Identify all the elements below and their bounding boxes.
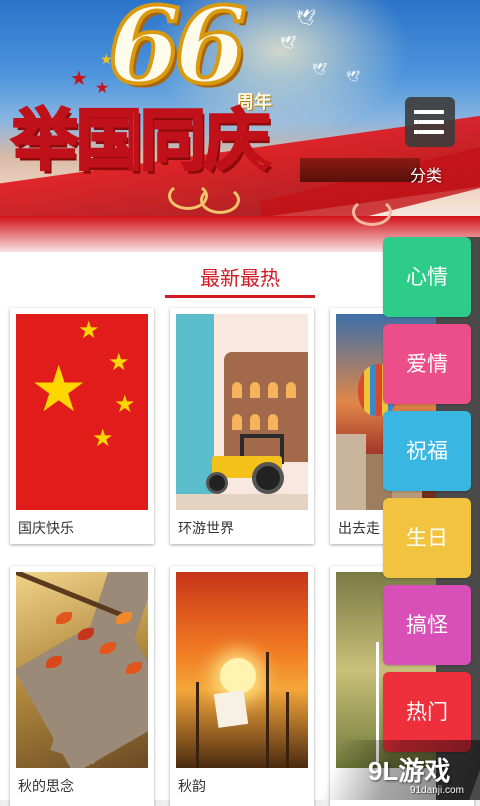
wallpaper-card[interactable]: 秋的思念 [10,566,154,806]
tractor-icon [202,434,292,494]
banner-headline: 举国同庆 [11,102,272,179]
watermark-mark: 9L [368,756,399,786]
card-thumbnail [176,314,308,510]
dove-icon: 🕊 [346,70,360,83]
star-icon: ★ [108,348,130,376]
card-caption: 国庆快乐 [18,521,74,537]
card-thumbnail: ★ ★ ★ ★ ★ [16,314,148,510]
tab-blessing[interactable]: 祝福 [383,411,471,491]
star-icon: ★ [78,316,100,344]
card-caption: 秋的思念 [18,779,74,795]
star-icon: ★ [70,66,88,90]
dove-icon: 🕊 [296,8,317,27]
wallpaper-card[interactable]: 环游世界 [170,308,314,544]
cloud-ornament [352,198,392,226]
category-menu-label[interactable]: 分类 [410,162,442,186]
star-icon: ★ [92,424,114,452]
category-menu-button[interactable] [405,97,455,147]
tab-funny[interactable]: 搞怪 [383,585,471,665]
banner-number: 66 [106,0,249,107]
dove-icon: 🕊 [280,36,297,51]
china-flag-image: ★ ★ ★ ★ ★ [16,314,148,510]
star-icon: ★ [30,353,88,427]
autumn-sunset-image [176,572,308,768]
wallpaper-card[interactable]: ★ ★ ★ ★ ★ 国庆快乐 [10,308,154,544]
tab-birthday[interactable]: 生日 [383,498,471,578]
tab-love[interactable]: 爱情 [383,324,471,404]
card-caption: 出去走 [338,521,380,537]
watermark-logo: 9L游戏 [368,751,450,788]
tab-mood[interactable]: 心情 [383,237,471,317]
wallpaper-card[interactable]: 秋韵 [170,566,314,806]
banner-palace-wall [300,158,420,182]
watermark-url: 91danji.com [410,785,464,796]
cloud-ornament [200,186,240,214]
card-thumbnail [176,572,308,768]
section-title-underline [165,295,315,298]
section-title[interactable]: 最新最热 [165,262,315,291]
star-icon: ★ [114,390,136,418]
autumn-leaves-image [16,572,148,768]
dove-icon: 🕊 [312,62,328,76]
card-caption: 环游世界 [178,521,234,537]
watermark-text: 游戏 [398,756,451,786]
card-caption: 秋韵 [178,779,206,795]
tractor-travel-image [176,314,308,510]
card-thumbnail [16,572,148,768]
